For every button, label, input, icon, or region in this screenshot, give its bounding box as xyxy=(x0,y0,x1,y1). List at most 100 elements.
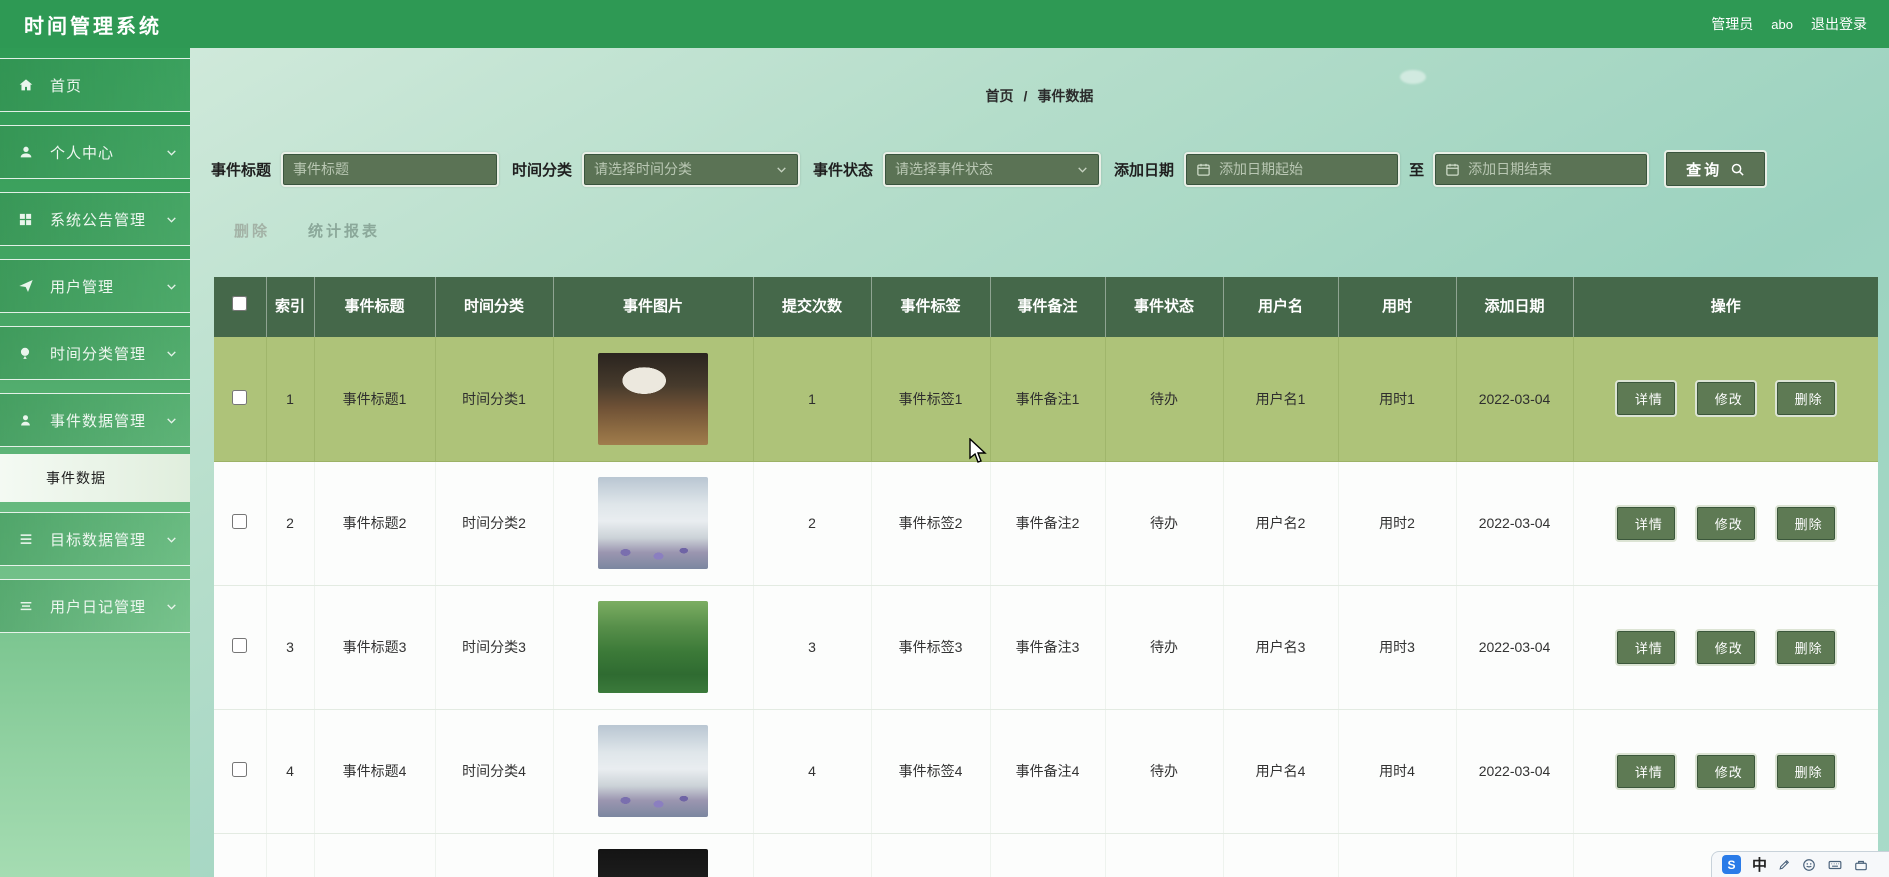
edit-button[interactable]: 修改 xyxy=(1694,504,1757,542)
edit-button[interactable]: 修改 xyxy=(1694,752,1757,790)
breadcrumb-home[interactable]: 首页 xyxy=(986,88,1014,104)
select-all-checkbox[interactable] xyxy=(232,295,248,311)
chevron-down-icon xyxy=(165,146,178,159)
cell-status: 待办 xyxy=(1104,461,1223,586)
lines-icon xyxy=(18,598,40,614)
event-image[interactable] xyxy=(598,725,708,817)
calendar-icon xyxy=(1196,162,1211,177)
delete-button[interactable]: 删除 xyxy=(1774,504,1837,542)
cell-note: 事件备注4 xyxy=(989,709,1105,834)
column-header: 时间分类 xyxy=(434,277,553,337)
sidebar-item-notice[interactable]: 系统公告管理 xyxy=(0,192,190,246)
title-filter-placeholder: 事件标题 xyxy=(293,161,350,177)
cell-title: 事件标题2 xyxy=(313,461,435,586)
event-image[interactable] xyxy=(598,477,708,569)
sidebar-item-event[interactable]: 事件数据管理 xyxy=(0,393,190,447)
event-image[interactable] xyxy=(598,352,708,445)
status-filter-select[interactable]: 请选择事件状态 xyxy=(883,151,1102,187)
event-image[interactable] xyxy=(598,849,708,877)
chevron-down-icon xyxy=(775,163,788,176)
sidebar-item-category[interactable]: 时间分类管理 xyxy=(0,326,190,380)
ime-mode-toggle[interactable]: 中 xyxy=(1752,854,1767,875)
event-image[interactable] xyxy=(598,601,708,693)
search-button[interactable]: 查询 xyxy=(1664,150,1768,188)
cell-index xyxy=(265,833,314,877)
logout-button[interactable]: 退出登录 xyxy=(1811,14,1867,34)
cell-note: 事件备注1 xyxy=(989,337,1105,462)
ime-logo-icon[interactable]: S xyxy=(1722,855,1741,874)
column-header: 事件图片 xyxy=(552,277,753,337)
cell-status xyxy=(1104,833,1223,877)
edit-button[interactable]: 修改 xyxy=(1694,628,1757,666)
column-header: 用户名 xyxy=(1222,277,1338,337)
breadcrumb-current: 事件数据 xyxy=(1037,88,1094,104)
cell-user: 用户名2 xyxy=(1222,461,1338,586)
title-filter-label: 事件标题 xyxy=(211,161,272,179)
grid-icon xyxy=(18,212,40,227)
cell-date: 2022-03-04 xyxy=(1455,585,1573,710)
cell-checkbox xyxy=(214,709,266,834)
date-end-input[interactable]: 添加日期结束 xyxy=(1433,151,1650,187)
sidebar-item-diary[interactable]: 用户日记管理 xyxy=(0,579,190,633)
sidebar-item-label: 首页 xyxy=(50,77,83,95)
cell-note: 事件备注3 xyxy=(989,585,1105,710)
table-row: 4 事件标题4 时间分类4 4 事件标签4 事件备注4 待办 用户名4 用时4 … xyxy=(214,709,1878,834)
row-checkbox[interactable] xyxy=(232,514,248,529)
sidebar-item-profile[interactable]: 个人中心 xyxy=(0,125,190,179)
table-toolbar: 删除 统计报表 xyxy=(234,220,380,241)
cell-image xyxy=(552,337,753,462)
category-filter-select[interactable]: 请选择时间分类 xyxy=(582,151,801,187)
row-checkbox[interactable] xyxy=(232,389,248,405)
toolbox-icon[interactable] xyxy=(1854,858,1868,872)
cell-status: 待办 xyxy=(1104,709,1223,834)
detail-button[interactable]: 详情 xyxy=(1614,380,1677,418)
admin-role-link[interactable]: 管理员 xyxy=(1711,14,1753,34)
sidebar-item-label: 个人中心 xyxy=(50,144,115,162)
cell-actions: 详情 修改 删除 xyxy=(1572,585,1878,710)
date-start-placeholder: 添加日期起始 xyxy=(1219,161,1304,177)
cell-duration: 用时3 xyxy=(1337,585,1456,710)
cell-submits: 3 xyxy=(752,585,871,710)
person-icon xyxy=(18,413,40,428)
sidebar-item-goal[interactable]: 目标数据管理 xyxy=(0,512,190,566)
delete-button[interactable]: 删除 xyxy=(1774,752,1837,790)
column-header-checkbox[interactable] xyxy=(214,277,266,337)
chevron-down-icon xyxy=(1076,163,1089,176)
emoji-icon[interactable] xyxy=(1802,858,1816,872)
title-filter-input[interactable]: 事件标题 xyxy=(281,151,500,187)
cell-category xyxy=(434,833,553,877)
breadcrumb: 首页 / 事件数据 xyxy=(190,86,1889,106)
row-checkbox[interactable] xyxy=(232,762,248,777)
cell-checkbox xyxy=(214,461,266,586)
cell-actions: 详情 修改 删除 xyxy=(1572,461,1878,586)
bulk-delete-button[interactable]: 删除 xyxy=(234,220,270,241)
sidebar-item-users[interactable]: 用户管理 xyxy=(0,259,190,313)
cell-status: 待办 xyxy=(1104,337,1223,462)
detail-button[interactable]: 详情 xyxy=(1614,628,1677,666)
search-icon xyxy=(1730,162,1745,177)
submenu-item-label: 事件数据 xyxy=(46,470,106,486)
report-button[interactable]: 统计报表 xyxy=(308,220,380,241)
date-end-placeholder: 添加日期结束 xyxy=(1468,161,1553,177)
app-header: 时间管理系统 管理员 abo 退出登录 xyxy=(0,0,1889,48)
column-header: 提交次数 xyxy=(752,277,871,337)
list-icon xyxy=(18,531,40,547)
cell-submits xyxy=(752,833,871,877)
keyboard-icon[interactable] xyxy=(1827,858,1843,872)
detail-button[interactable]: 详情 xyxy=(1614,504,1677,542)
column-header: 添加日期 xyxy=(1455,277,1573,337)
table-row: 详情 修改 删除 xyxy=(214,833,1878,877)
detail-button[interactable]: 详情 xyxy=(1614,752,1677,790)
sidebar-item-home[interactable]: 首页 xyxy=(0,58,190,112)
cell-tag: 事件标签2 xyxy=(870,461,990,586)
row-checkbox[interactable] xyxy=(232,638,248,653)
edit-button[interactable]: 修改 xyxy=(1694,380,1757,418)
pen-icon[interactable] xyxy=(1778,858,1791,871)
delete-button[interactable]: 删除 xyxy=(1774,628,1837,666)
sidebar-item-label: 时间分类管理 xyxy=(50,345,147,363)
delete-button[interactable]: 删除 xyxy=(1774,380,1837,418)
sidebar-subitem-event-data[interactable]: 事件数据 xyxy=(0,454,190,502)
column-header: 事件标签 xyxy=(870,277,990,337)
home-icon xyxy=(18,77,40,93)
date-start-input[interactable]: 添加日期起始 xyxy=(1184,151,1401,187)
